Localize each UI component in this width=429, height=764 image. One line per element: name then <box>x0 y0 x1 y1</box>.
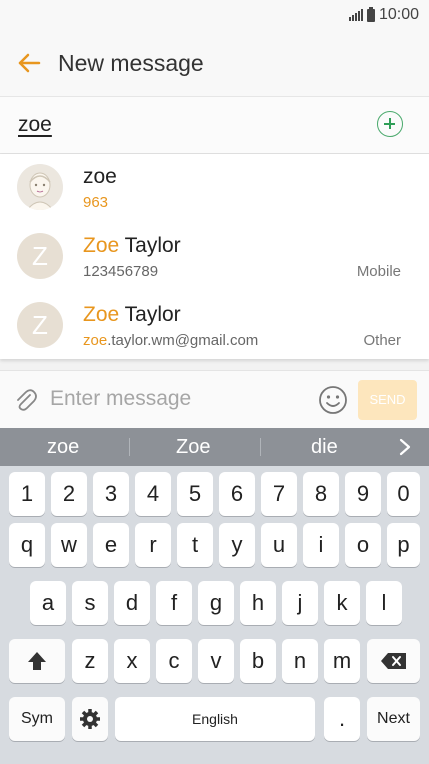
key-i[interactable]: i <box>303 523 339 567</box>
sym-key[interactable]: Sym <box>9 697 65 741</box>
recipient-bar: zoe <box>0 97 429 154</box>
key-2[interactable]: 2 <box>51 472 87 516</box>
key-p[interactable]: p <box>387 523 420 567</box>
contact-initial-avatar: Z <box>17 233 63 279</box>
prediction-word[interactable]: zoe <box>47 436 79 459</box>
contact-type: Mobile <box>356 263 401 280</box>
settings-key[interactable] <box>72 697 108 741</box>
backspace-icon <box>380 653 406 669</box>
key-u[interactable]: u <box>261 523 297 567</box>
key-r[interactable]: r <box>135 523 171 567</box>
key-0[interactable]: 0 <box>387 472 420 516</box>
key-c[interactable]: c <box>156 639 192 683</box>
key-l[interactable]: l <box>366 581 402 625</box>
key-1[interactable]: 1 <box>9 472 45 516</box>
add-recipient-button[interactable] <box>377 111 403 137</box>
key-5[interactable]: 5 <box>177 472 213 516</box>
contact-type: Other <box>363 332 401 349</box>
key-4[interactable]: 4 <box>135 472 171 516</box>
key-q[interactable]: q <box>9 523 45 567</box>
key-f[interactable]: f <box>156 581 192 625</box>
chevron-right-icon[interactable] <box>395 437 415 457</box>
prediction-word[interactable]: Zoe <box>176 436 210 459</box>
keyboard: zoe Zoe die 1 2 3 4 5 6 7 8 9 0 q w e r … <box>0 428 429 764</box>
key-g[interactable]: g <box>198 581 234 625</box>
gear-icon <box>80 709 100 729</box>
shift-icon <box>28 652 46 670</box>
contact-name: zoe <box>83 165 117 188</box>
contact-detail: 123456789 <box>83 263 159 280</box>
key-m[interactable]: m <box>324 639 360 683</box>
key-6[interactable]: 6 <box>219 472 255 516</box>
key-h[interactable]: h <box>240 581 276 625</box>
contact-photo-icon <box>17 164 63 210</box>
prediction-bar: zoe Zoe die <box>0 428 429 466</box>
key-3[interactable]: 3 <box>93 472 129 516</box>
contact-initial-avatar: Z <box>17 302 63 348</box>
status-bar: 10:00 <box>0 0 429 32</box>
key-7[interactable]: 7 <box>261 472 297 516</box>
key-b[interactable]: b <box>240 639 276 683</box>
key-x[interactable]: x <box>114 639 150 683</box>
contact-detail: 963 <box>83 194 109 211</box>
key-e[interactable]: e <box>93 523 129 567</box>
key-j[interactable]: j <box>282 581 318 625</box>
back-arrow-icon[interactable] <box>14 48 44 78</box>
signal-icon <box>348 9 363 21</box>
contact-detail: zoe.taylor.wm@gmail.com <box>83 332 259 349</box>
space-key[interactable]: English <box>115 697 315 741</box>
backspace-key[interactable] <box>367 639 420 683</box>
attach-icon[interactable] <box>12 387 38 413</box>
key-8[interactable]: 8 <box>303 472 339 516</box>
key-d[interactable]: d <box>114 581 150 625</box>
key-t[interactable]: t <box>177 523 213 567</box>
send-button[interactable]: SEND <box>358 380 417 420</box>
battery-icon <box>366 6 375 22</box>
key-s[interactable]: s <box>72 581 108 625</box>
key-n[interactable]: n <box>282 639 318 683</box>
suggestion-item[interactable]: Z Zoe Taylor 123456789 Mobile <box>0 223 429 291</box>
key-v[interactable]: v <box>198 639 234 683</box>
suggestion-item[interactable]: Z Zoe Taylor zoe.taylor.wm@gmail.com Oth… <box>0 292 429 360</box>
key-y[interactable]: y <box>219 523 255 567</box>
contact-name: Zoe Taylor <box>83 303 181 326</box>
suggestion-item[interactable]: zoe 963 <box>0 154 429 222</box>
contact-name: Zoe Taylor <box>83 234 181 257</box>
key-w[interactable]: w <box>51 523 87 567</box>
prediction-word[interactable]: die <box>311 436 338 459</box>
page-title: New message <box>58 50 204 76</box>
compose-bar: Enter message SEND <box>0 370 429 429</box>
key-k[interactable]: k <box>324 581 360 625</box>
key-z[interactable]: z <box>72 639 108 683</box>
period-key[interactable]: . <box>324 697 360 741</box>
contact-suggestions: zoe 963 Z Zoe Taylor 123456789 Mobile Z … <box>0 154 429 359</box>
app-bar: New message <box>0 32 429 97</box>
clock: 10:00 <box>378 6 419 23</box>
shift-key[interactable] <box>9 639 65 683</box>
recipient-input[interactable]: zoe <box>18 113 52 137</box>
emoji-icon[interactable] <box>318 385 348 415</box>
message-input[interactable]: Enter message <box>50 387 191 411</box>
next-key[interactable]: Next <box>367 697 420 741</box>
key-a[interactable]: a <box>30 581 66 625</box>
key-9[interactable]: 9 <box>345 472 381 516</box>
key-o[interactable]: o <box>345 523 381 567</box>
